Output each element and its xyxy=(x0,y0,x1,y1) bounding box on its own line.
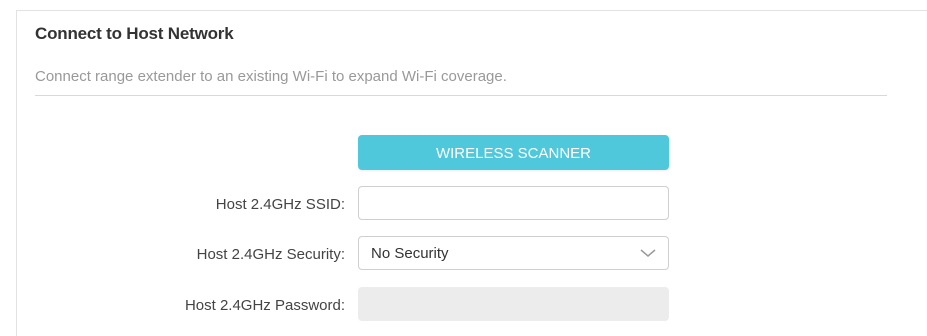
security-select[interactable]: No Security xyxy=(358,236,669,270)
ssid-label: Host 2.4GHz SSID: xyxy=(215,196,345,213)
chevron-down-icon xyxy=(640,249,656,257)
ssid-input[interactable] xyxy=(358,186,669,220)
section-title: Connect to Host Network xyxy=(35,24,234,43)
security-select-value: No Security xyxy=(371,244,449,262)
password-label: Host 2.4GHz Password: xyxy=(184,297,345,314)
section-description: Connect range extender to an existing Wi… xyxy=(35,68,507,85)
wireless-scanner-button[interactable]: WIRELESS SCANNER xyxy=(358,135,669,170)
security-label: Host 2.4GHz Security: xyxy=(196,246,345,263)
host-network-panel: Connect to Host Network Connect range ex… xyxy=(16,10,927,336)
section-divider xyxy=(35,95,887,96)
password-input[interactable] xyxy=(358,287,669,321)
